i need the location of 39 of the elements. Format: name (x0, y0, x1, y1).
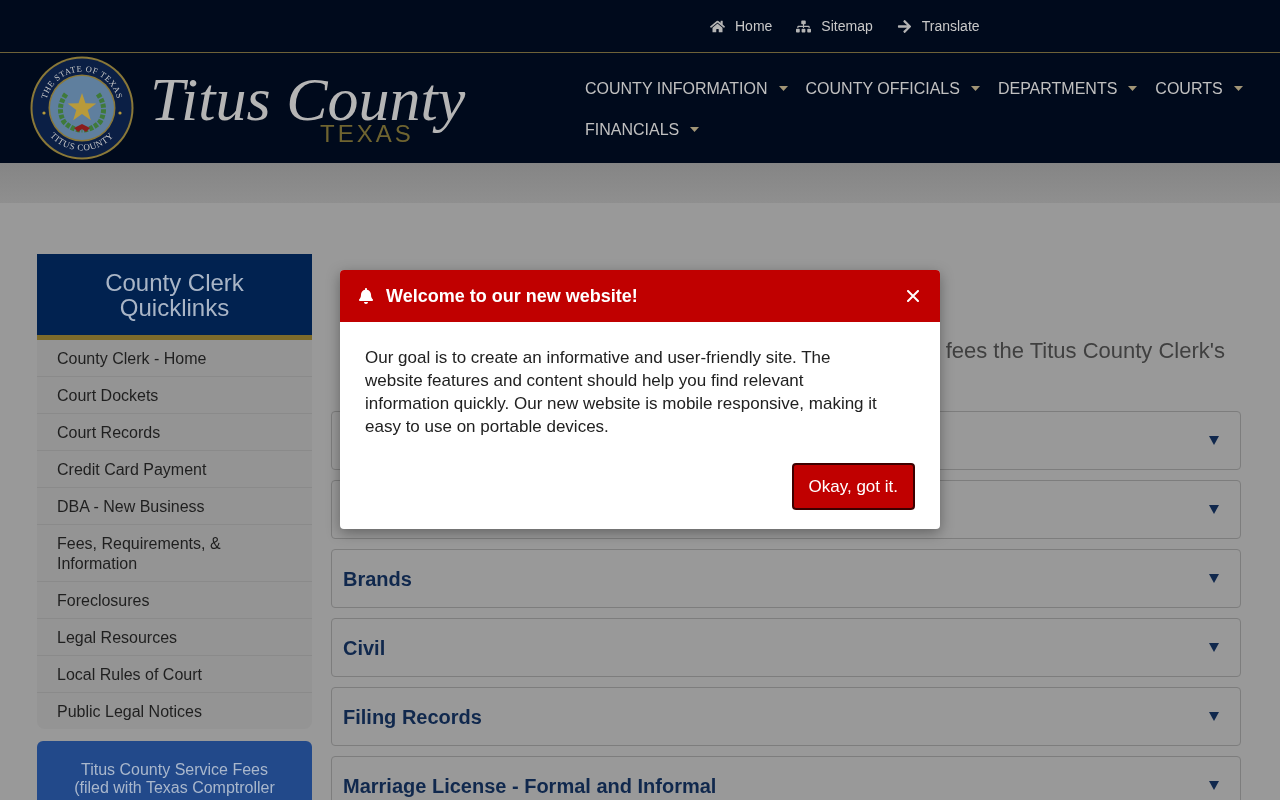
sidebar-link[interactable]: Public Legal Notices (37, 693, 312, 729)
nav-dropdown[interactable]: COURTS (1155, 68, 1243, 109)
sidebar-link[interactable]: DBA - New Business (37, 488, 312, 525)
top-link[interactable]: Sitemap (796, 15, 873, 37)
accordion-header[interactable]: Filing Records (331, 687, 1241, 746)
sidebar-link[interactable]: Court Dockets (37, 377, 312, 414)
caret-down-icon (690, 127, 700, 132)
accordion-header[interactable]: Brands (331, 549, 1241, 608)
sitemap-icon (796, 18, 812, 34)
accordion-header[interactable]: Marriage License - Formal and Informal (331, 756, 1241, 800)
caret-down-icon (970, 86, 980, 91)
arrow-right-icon (896, 18, 912, 34)
sidebar-link[interactable]: Foreclosures (37, 582, 312, 619)
sidebar-link[interactable]: Legal Resources (37, 619, 312, 656)
sidebar-link[interactable]: Fees, Requirements, & Information (37, 525, 312, 582)
top-link[interactable]: Translate (896, 15, 980, 37)
close-button[interactable] (906, 289, 920, 303)
accordion-header[interactable]: Civil (331, 618, 1241, 677)
home-icon (710, 18, 725, 34)
sidebar-link[interactable]: Local Rules of Court (37, 656, 312, 693)
sidebar-title: County Clerk Quicklinks (37, 254, 312, 340)
nav-dropdown[interactable]: DEPARTMENTS (997, 68, 1138, 109)
dialog-message: Our goal is to create an informative and user-friendly site. The website features and content should help you find relevant information quickly. Our new website is mobile responsive, making it easy to use on portable devices. (364, 347, 878, 438)
bell-icon (358, 288, 374, 304)
caret-down-icon (778, 86, 788, 91)
nav-dropdown[interactable]: COUNTY OFFICIALS (805, 68, 980, 109)
service-fees-link[interactable]: Titus County Service Fees (filed with Texas Comptroller (37, 741, 312, 800)
nav-dropdown[interactable]: COUNTY INFORMATION (585, 68, 788, 109)
sidebar-link[interactable]: Credit Card Payment (37, 451, 312, 488)
close-icon (907, 290, 919, 302)
dialog-title: Welcome to our new website! (386, 284, 638, 308)
sidebar-link[interactable]: Court Records (37, 414, 312, 451)
caret-down-icon (1128, 86, 1138, 91)
okay-button[interactable]: Okay, got it. (791, 463, 915, 510)
top-link[interactable]: Home (710, 15, 773, 37)
intro-text: fees the Titus County Clerk's (945, 337, 1225, 365)
nav-dropdown[interactable]: FINANCIALS (585, 109, 700, 150)
sidebar-link[interactable]: County Clerk - Home (37, 340, 312, 377)
caret-down-icon (1233, 86, 1243, 91)
